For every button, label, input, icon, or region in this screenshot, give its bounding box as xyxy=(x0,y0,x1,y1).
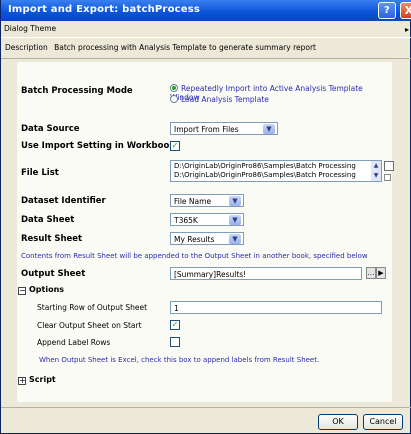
file-list-scrollbar[interactable]: ▲ ▼ xyxy=(371,161,381,181)
row-data-source: Data Source Import From Files ▼ xyxy=(17,122,392,137)
result-sheet-select[interactable]: My Results ▼ xyxy=(170,232,244,245)
description-text: Batch processing with Analysis Template … xyxy=(54,43,316,52)
clear-output-checkbox[interactable]: ✓ xyxy=(170,320,180,330)
append-note: Contents from Result Sheet will be appen… xyxy=(21,252,368,260)
file-list-resize-icon[interactable] xyxy=(384,174,391,181)
window-title: Import and Export: batchProcess xyxy=(8,4,201,15)
output-sheet-label: Output Sheet xyxy=(21,269,86,279)
data-sheet-select[interactable]: T365K ▼ xyxy=(170,213,244,226)
dialog-window: Import and Export: batchProcess ? X Dial… xyxy=(0,0,411,434)
use-import-setting-checkbox[interactable]: ✓ xyxy=(170,141,180,151)
row-data-sheet: Data Sheet T365K ▼ xyxy=(17,213,392,228)
description-label: Description xyxy=(5,43,48,52)
list-item[interactable]: D:\OriginLab\OriginPro86\Samples\Batch P… xyxy=(174,171,381,180)
footer-divider xyxy=(1,407,411,408)
file-browse-button[interactable] xyxy=(384,161,394,171)
title-bar[interactable]: Import and Export: batchProcess ? X xyxy=(1,0,411,21)
output-sheet-browse-icon[interactable]: … xyxy=(366,267,376,279)
data-source-label: Data Source xyxy=(21,124,80,134)
scroll-up-icon[interactable]: ▲ xyxy=(371,161,381,171)
help-button[interactable]: ? xyxy=(378,2,396,19)
scroll-down-icon[interactable]: ▼ xyxy=(371,171,381,181)
radio-selected-icon[interactable] xyxy=(170,84,178,92)
radio-option-load-template[interactable]: Load Analysis Template xyxy=(170,95,392,106)
expand-icon[interactable]: + xyxy=(18,377,26,385)
dataset-identifier-label: Dataset Identifier xyxy=(21,196,106,206)
file-list-label: File List xyxy=(21,168,59,178)
batch-mode-label: Batch Processing Mode xyxy=(21,86,133,96)
result-sheet-label: Result Sheet xyxy=(21,234,83,244)
data-source-select[interactable]: Import From Files ▼ xyxy=(170,122,278,135)
chevron-down-icon[interactable]: ▼ xyxy=(229,234,241,244)
description-bar: Description Batch processing with Analys… xyxy=(1,37,411,59)
list-item[interactable]: D:\OriginLab\OriginPro86\Samples\Batch P… xyxy=(174,162,381,171)
ok-button[interactable]: OK xyxy=(318,414,358,430)
row-dataset-identifier: Dataset Identifier File Name ▼ xyxy=(17,194,392,209)
use-import-setting-label: Use Import Setting in Workbook xyxy=(21,141,175,151)
excel-note: When Output Sheet is Excel, check this b… xyxy=(39,356,320,364)
row-result-sheet: Result Sheet My Results ▼ xyxy=(17,232,392,247)
chevron-down-icon[interactable]: ▼ xyxy=(263,124,275,134)
radio-option-repeated-import[interactable]: Repeatedly Import into Active Analysis T… xyxy=(170,84,392,102)
chevron-down-icon[interactable]: ▼ xyxy=(229,215,241,225)
clear-output-label: Clear Output Sheet on Start xyxy=(37,321,142,330)
row-file-list: File List D:\OriginLab\OriginPro86\Sampl… xyxy=(17,160,394,184)
cancel-button[interactable]: Cancel xyxy=(363,414,403,430)
dataset-identifier-select[interactable]: File Name ▼ xyxy=(170,194,244,207)
starting-row-input[interactable]: 1 xyxy=(170,301,382,314)
theme-bar[interactable]: Dialog Theme ▸ xyxy=(1,21,411,37)
collapse-icon[interactable]: − xyxy=(18,287,26,295)
data-sheet-label: Data Sheet xyxy=(21,215,75,225)
options-group-header[interactable]: − Options xyxy=(18,285,64,295)
theme-arrow-icon[interactable]: ▸ xyxy=(405,25,409,34)
append-label-rows-checkbox[interactable] xyxy=(170,337,180,347)
batch-mode-radio-group: Repeatedly Import into Active Analysis T… xyxy=(170,84,392,106)
chevron-down-icon[interactable]: ▼ xyxy=(229,196,241,206)
starting-row-label: Starting Row of Output Sheet xyxy=(37,303,148,312)
script-group-header[interactable]: + Script xyxy=(18,375,56,385)
output-sheet-buttons: … ▶ xyxy=(366,267,386,279)
file-list-box[interactable]: D:\OriginLab\OriginPro86\Samples\Batch P… xyxy=(170,160,382,182)
settings-panel: Batch Processing Mode Repeatedly Import … xyxy=(17,62,394,402)
output-sheet-arrow-icon[interactable]: ▶ xyxy=(376,267,386,279)
radio-unselected-icon[interactable] xyxy=(170,95,178,103)
output-sheet-input[interactable]: [Summary]Results! xyxy=(170,267,362,280)
theme-label: Dialog Theme xyxy=(4,24,57,33)
close-button[interactable]: X xyxy=(400,2,411,19)
append-label-rows-label: Append Label Rows xyxy=(37,338,111,347)
